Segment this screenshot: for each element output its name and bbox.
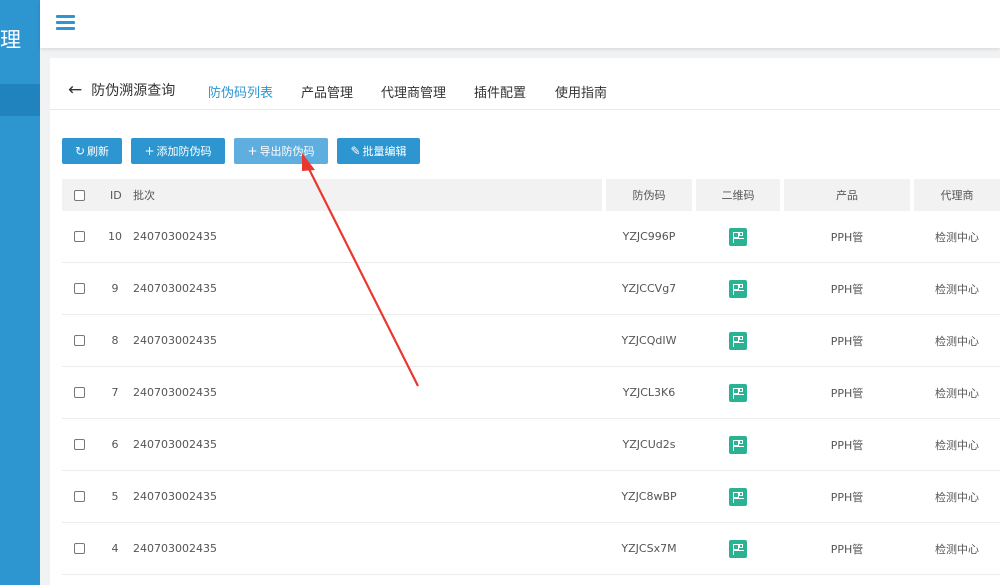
row-agent: 检测中心 (935, 542, 979, 556)
row-agent: 检测中心 (935, 438, 979, 452)
table-row: 5 240703002435 YZJC8wBP PPH管 检测中心 (62, 471, 1000, 523)
row-batch: 240703002435 (133, 230, 217, 243)
row-id: 7 (111, 386, 119, 399)
row-product: PPH管 (830, 230, 864, 244)
select-all-checkbox[interactable] (74, 189, 85, 201)
row-code: YZJCUd2s (622, 438, 676, 451)
row-product: PPH管 (830, 282, 864, 296)
tab-guide[interactable]: 使用指南 (555, 82, 607, 101)
row-product: PPH管 (830, 490, 864, 504)
refresh-icon: ↻ (74, 144, 86, 158)
table-header: ID 批次 防伪码 二维码 产品 代理商 (62, 179, 1000, 211)
row-batch: 240703002435 (133, 282, 217, 295)
row-checkbox[interactable] (74, 491, 85, 502)
row-batch: 240703002435 (133, 334, 217, 347)
row-id: 9 (111, 282, 119, 295)
batch-edit-button[interactable]: ✎ 批量编辑 (337, 138, 420, 164)
table-row: 8 240703002435 YZJCQdIW PPH管 检测中心 (62, 315, 1000, 367)
row-checkbox[interactable] (74, 543, 85, 554)
col-batch: 批次 (133, 189, 155, 202)
row-agent: 检测中心 (935, 282, 979, 296)
row-checkbox[interactable] (74, 387, 85, 398)
menu-icon[interactable] (56, 15, 75, 30)
col-id: ID (110, 188, 122, 202)
add-code-button[interactable]: + 添加防伪码 (131, 138, 225, 164)
sidebar-active-item[interactable] (0, 84, 40, 116)
col-code: 防伪码 (632, 189, 666, 202)
row-code: YZJCSx7M (621, 542, 677, 555)
qrcode-icon[interactable] (729, 383, 747, 402)
export-code-button[interactable]: + 导出防伪码 (234, 138, 328, 164)
row-batch: 240703002435 (133, 490, 217, 503)
table-row: 7 240703002435 YZJCL3K6 PPH管 检测中心 (62, 367, 1000, 419)
table-row: 10 240703002435 YZJC996P PPH管 检测中心 (62, 211, 1000, 263)
table-row: 9 240703002435 YZJCCVg7 PPH管 检测中心 (62, 263, 1000, 315)
row-batch: 240703002435 (133, 438, 217, 451)
row-product: PPH管 (830, 542, 864, 556)
row-checkbox[interactable] (74, 231, 85, 242)
top-bar (40, 0, 1000, 48)
qrcode-icon[interactable] (729, 487, 747, 506)
row-checkbox[interactable] (74, 439, 85, 450)
refresh-button[interactable]: ↻ 刷新 (62, 138, 122, 164)
row-agent: 检测中心 (935, 230, 979, 244)
row-product: PPH管 (830, 386, 864, 400)
tab-plugin-config[interactable]: 插件配置 (474, 82, 526, 101)
row-product: PPH管 (830, 334, 864, 348)
row-code: YZJCCVg7 (621, 282, 677, 295)
row-id: 4 (111, 542, 119, 555)
row-code: YZJCL3K6 (622, 386, 676, 399)
qrcode-icon[interactable] (729, 331, 747, 350)
pencil-icon: ✎ (350, 144, 361, 158)
row-agent: 检测中心 (935, 490, 979, 504)
row-id: 10 (108, 230, 122, 243)
row-code: YZJCQdIW (621, 334, 677, 347)
qrcode-icon[interactable] (729, 539, 747, 558)
row-product: PPH管 (830, 438, 864, 452)
row-checkbox[interactable] (74, 283, 85, 294)
row-id: 8 (111, 334, 119, 347)
tab-code-list[interactable]: 防伪码列表 (208, 82, 273, 101)
qrcode-icon[interactable] (729, 279, 747, 298)
tab-products[interactable]: 产品管理 (301, 82, 353, 101)
sidebar-title: 理 (0, 28, 21, 52)
table-row: 4 240703002435 YZJCSx7M PPH管 检测中心 (62, 523, 1000, 575)
plus-icon: + (247, 144, 258, 158)
row-code: YZJC996P (622, 230, 676, 243)
tab-agents[interactable]: 代理商管理 (381, 82, 446, 101)
col-product: 产品 (836, 189, 858, 202)
col-agent: 代理商 (940, 189, 974, 202)
back-link[interactable]: ← 防伪溯源查询 (68, 80, 175, 100)
tab-bar: ← 防伪溯源查询 防伪码列表 产品管理 代理商管理 插件配置 使用指南 (50, 58, 1000, 110)
row-batch: 240703002435 (133, 386, 217, 399)
back-link-label: 防伪溯源查询 (91, 83, 176, 99)
col-qrcode: 二维码 (721, 189, 755, 202)
qrcode-icon[interactable] (729, 435, 747, 454)
row-agent: 检测中心 (935, 386, 979, 400)
row-id: 6 (111, 438, 119, 451)
main-panel: ← 防伪溯源查询 防伪码列表 产品管理 代理商管理 插件配置 使用指南 ↻ 刷新… (50, 58, 1000, 585)
row-code: YZJC8wBP (621, 490, 677, 503)
table-row: 6 240703002435 YZJCUd2s PPH管 检测中心 (62, 419, 1000, 471)
qrcode-icon[interactable] (729, 227, 747, 246)
plus-icon: + (144, 144, 155, 158)
row-agent: 检测中心 (935, 334, 979, 348)
row-id: 5 (111, 490, 119, 503)
arrow-left-icon: ← (68, 80, 83, 100)
sidebar: 理 (0, 0, 40, 585)
row-checkbox[interactable] (74, 335, 85, 346)
row-batch: 240703002435 (133, 542, 217, 555)
